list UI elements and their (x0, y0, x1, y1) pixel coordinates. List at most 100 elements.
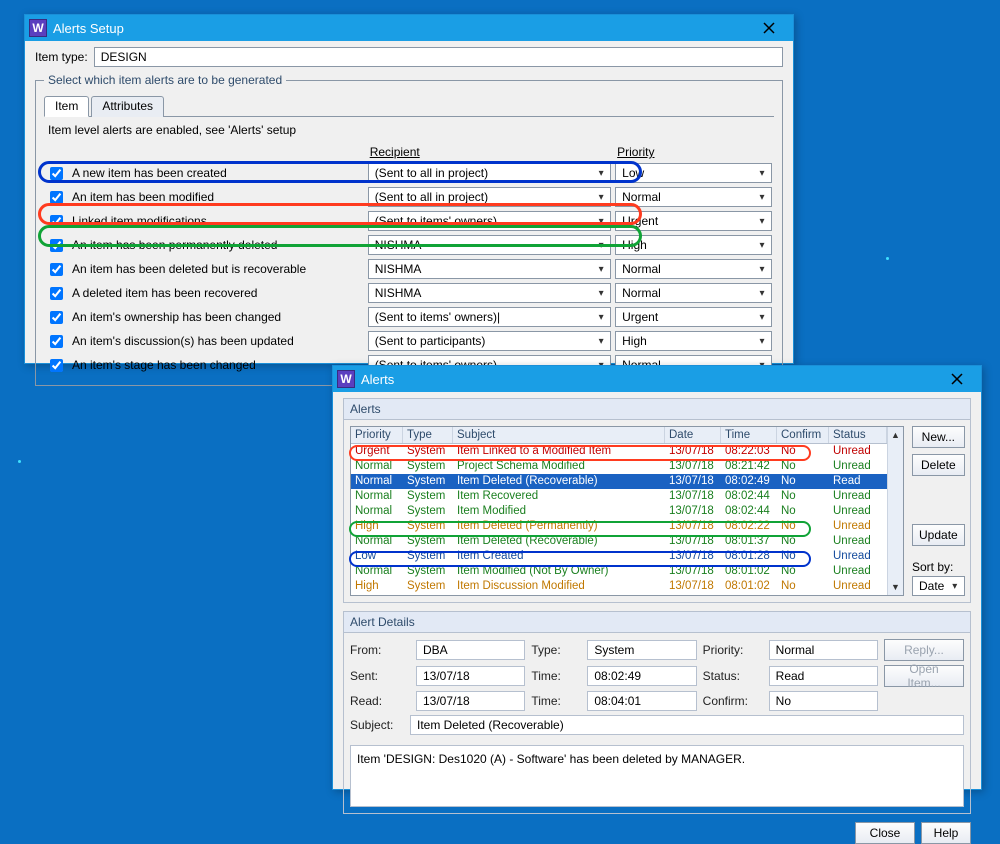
list-row[interactable]: NormalSystemProject Schema Modified13/07… (351, 459, 887, 474)
checkbox[interactable] (50, 167, 63, 180)
priority-combo[interactable]: Urgent▾ (615, 307, 772, 327)
item-type-field[interactable] (94, 47, 783, 67)
alerts-rows[interactable]: UrgentSystemItem Linked to a Modified It… (351, 444, 887, 595)
col-type[interactable]: Type (403, 427, 453, 443)
subject-label: Subject: (350, 718, 404, 732)
checkbox[interactable] (50, 335, 63, 348)
checkbox[interactable] (50, 311, 63, 324)
open-item-button: Open Item... (884, 665, 964, 687)
list-row[interactable]: NormalSystemItem Recovered13/07/1808:02:… (351, 489, 887, 504)
group-legend: Select which item alerts are to be gener… (44, 73, 286, 87)
alerts-setup-window: W Alerts Setup Item type: Select which i… (24, 14, 794, 364)
alert-checkbox[interactable]: A deleted item has been recovered (46, 284, 364, 303)
alert-checkbox[interactable]: An item's ownership has been changed (46, 308, 364, 327)
sent-value: 13/07/18 (416, 666, 525, 686)
chevron-down-icon: ▾ (594, 216, 608, 227)
priority-combo[interactable]: Normal▾ (615, 187, 772, 207)
alerts-header[interactable]: Priority Type Subject Date Time Confirm … (351, 427, 887, 444)
scrollbar[interactable]: ▲ ▼ (887, 427, 903, 595)
alert-label: A new item has been created (72, 166, 227, 180)
checkbox[interactable] (50, 239, 63, 252)
help-button[interactable]: Help (921, 822, 971, 844)
priority-combo[interactable]: High▾ (615, 235, 772, 255)
priority-combo[interactable]: Normal▾ (615, 259, 772, 279)
list-row[interactable]: UrgentSystemItem Linked to a Modified It… (351, 444, 887, 459)
titlebar[interactable]: W Alerts (333, 366, 981, 392)
list-row[interactable]: NormalSystemItem Modified13/07/1808:02:4… (351, 504, 887, 519)
recipient-combo[interactable]: (Sent to items' owners)▾ (368, 211, 611, 231)
checkbox[interactable] (50, 287, 63, 300)
scroll-up-icon[interactable]: ▲ (888, 427, 903, 443)
alerts-list[interactable]: Priority Type Subject Date Time Confirm … (350, 426, 904, 596)
alert-label: An item has been deleted but is recovera… (72, 262, 306, 276)
recipient-combo[interactable]: (Sent to items' owners)|▾ (368, 307, 611, 327)
recipient-combo[interactable]: NISHMA▾ (368, 235, 611, 255)
alert-checkbox[interactable]: Linked item modifications (46, 212, 364, 231)
alert-label: A deleted item has been recovered (72, 286, 257, 300)
col-status[interactable]: Status (829, 427, 887, 443)
col-date[interactable]: Date (665, 427, 721, 443)
setup-row: A deleted item has been recovered NISHMA▾… (44, 281, 774, 305)
read-label: Read: (350, 694, 410, 708)
checkbox[interactable] (50, 191, 63, 204)
recipient-combo[interactable]: NISHMA▾ (368, 259, 611, 279)
new-button[interactable]: New... (912, 426, 965, 448)
list-row[interactable]: LowSystemItem Created13/07/1808:01:28NoU… (351, 549, 887, 564)
subject-value: Item Deleted (Recoverable) (410, 715, 964, 735)
status-value: Read (769, 666, 878, 686)
tab-attributes[interactable]: Attributes (91, 96, 164, 117)
recipient-combo[interactable]: (Sent to all in project)▾ (368, 187, 611, 207)
priority-combo[interactable]: Normal▾ (615, 283, 772, 303)
alert-checkbox[interactable]: An item has been deleted but is recovera… (46, 260, 364, 279)
close-button[interactable]: Close (855, 822, 915, 844)
window-title: Alerts (361, 372, 937, 387)
window-title: Alerts Setup (53, 21, 749, 36)
recipient-combo[interactable]: NISHMA▾ (368, 283, 611, 303)
chevron-down-icon: ▾ (948, 581, 962, 592)
alert-checkbox[interactable]: A new item has been created (46, 164, 364, 183)
chevron-down-icon: ▾ (755, 312, 769, 323)
status-label: Status: (703, 669, 763, 683)
sent-label: Sent: (350, 669, 410, 683)
chevron-down-icon: ▾ (755, 288, 769, 299)
setup-row: An item has been modified(Sent to all in… (44, 185, 774, 209)
col-priority[interactable]: Priority (351, 427, 403, 443)
close-icon[interactable] (937, 368, 977, 390)
priority-combo[interactable]: Urgent▾ (615, 211, 772, 231)
scroll-down-icon[interactable]: ▼ (888, 579, 903, 595)
recipient-combo[interactable]: (Sent to participants)▾ (368, 331, 611, 351)
alert-body: Item 'DESIGN: Des1020 (A) - Software' ha… (350, 745, 964, 807)
alert-details-section: Alert Details (343, 611, 971, 633)
list-row[interactable]: HighSystemItem Deleted (Permanently)13/0… (351, 519, 887, 534)
list-row[interactable]: NormalSystemItem Modified (Not By Owner)… (351, 564, 887, 579)
priority-combo[interactable]: High▾ (615, 331, 772, 351)
list-row[interactable]: NormalSystemItem Deleted (Recoverable)13… (351, 534, 887, 549)
setup-row: A new item has been created (Sent to all … (44, 161, 774, 185)
chevron-down-icon: ▾ (755, 336, 769, 347)
alert-label: An item's ownership has been changed (72, 310, 281, 324)
list-row[interactable]: HighSystemItem Discussion Modified13/07/… (351, 579, 887, 594)
titlebar[interactable]: W Alerts Setup (25, 15, 793, 41)
checkbox[interactable] (50, 263, 63, 276)
recipient-combo[interactable]: (Sent to all in project)▾ (368, 163, 611, 183)
list-row[interactable]: NormalSystemItem Deleted (Recoverable)13… (351, 474, 887, 489)
checkbox[interactable] (50, 359, 63, 372)
alert-checkbox[interactable]: An item has been permanently deleted (46, 236, 364, 255)
alert-checkbox[interactable]: An item's discussion(s) has been updated (46, 332, 364, 351)
tab-item[interactable]: Item (44, 96, 89, 117)
alert-checkbox[interactable]: An item's stage has been changed (46, 356, 364, 375)
col-confirm[interactable]: Confirm (777, 427, 829, 443)
col-subject[interactable]: Subject (453, 427, 665, 443)
alerts-section: Alerts (343, 398, 971, 420)
update-button[interactable]: Update (912, 524, 965, 546)
col-time[interactable]: Time (721, 427, 777, 443)
sort-by-combo[interactable]: Date▾ (912, 576, 965, 596)
priority-combo[interactable]: Low▾ (615, 163, 772, 183)
checkbox[interactable] (50, 215, 63, 228)
alert-checkbox[interactable]: An item has been modified (46, 188, 364, 207)
chevron-down-icon: ▾ (755, 240, 769, 251)
alerts-group: Select which item alerts are to be gener… (35, 73, 783, 386)
close-icon[interactable] (749, 17, 789, 39)
enabled-hint: Item level alerts are enabled, see 'Aler… (48, 123, 774, 137)
delete-button[interactable]: Delete (912, 454, 965, 476)
